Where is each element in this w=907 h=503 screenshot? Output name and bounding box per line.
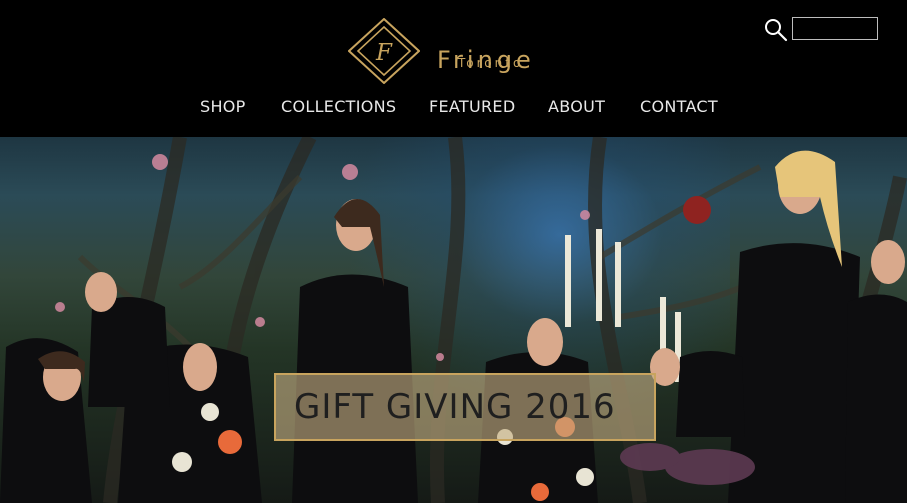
nav-featured[interactable]: FEATURED bbox=[429, 97, 515, 116]
hero-scene bbox=[0, 137, 907, 503]
site-header: F Fringe Toronto SHOP COLLECTIONS FEATUR… bbox=[0, 0, 907, 137]
nav-about[interactable]: ABOUT bbox=[548, 97, 605, 116]
diamond-logo-icon: F bbox=[348, 18, 420, 84]
brand-location: Toronto bbox=[458, 56, 524, 70]
hero-image: GIFT GIVING 2016 bbox=[0, 137, 907, 503]
search-input[interactable] bbox=[792, 17, 878, 40]
logo-letter: F bbox=[375, 40, 393, 66]
promo-banner[interactable]: GIFT GIVING 2016 bbox=[274, 373, 656, 441]
search-icon[interactable] bbox=[764, 18, 788, 42]
nav-contact[interactable]: CONTACT bbox=[640, 97, 718, 116]
nav-collections[interactable]: COLLECTIONS bbox=[281, 97, 396, 116]
main-nav: SHOP COLLECTIONS FEATURED ABOUT CONTACT bbox=[0, 97, 907, 117]
nav-shop[interactable]: SHOP bbox=[200, 97, 246, 116]
apple bbox=[683, 196, 711, 224]
promo-banner-title: GIFT GIVING 2016 bbox=[294, 387, 616, 427]
brand-logo[interactable]: F Fringe Toronto bbox=[348, 18, 548, 84]
